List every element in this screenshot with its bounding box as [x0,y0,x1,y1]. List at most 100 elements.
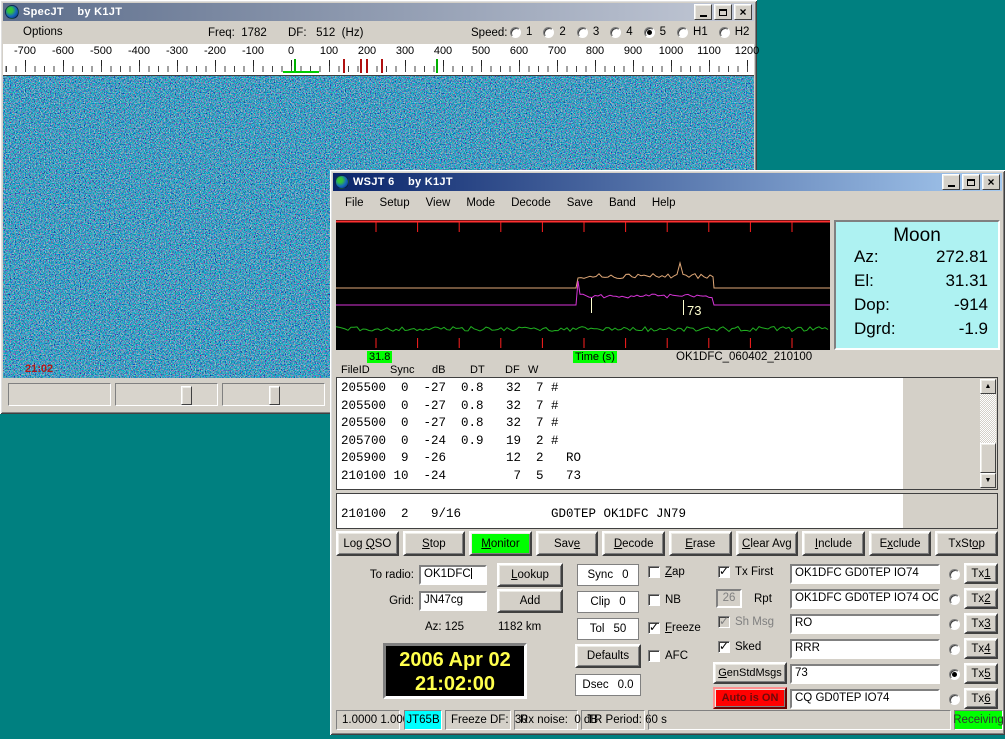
speed-radio-4[interactable] [610,27,621,38]
tx5-message-input[interactable]: 73 [790,664,940,684]
log-qso-button[interactable]: Log QSO [336,531,399,556]
tx1-select-radio[interactable] [949,569,960,580]
dsec-box[interactable]: Dsec0.0 [575,674,641,696]
scroll-up-button[interactable]: ▲ [980,379,996,394]
menu-band[interactable]: Band [601,194,644,212]
tx1-button[interactable]: Tx1 [964,563,998,584]
gen-std-msgs-button[interactable]: GenStdMsgs [713,662,787,684]
menu-save[interactable]: Save [559,194,601,212]
tx5-button[interactable]: Tx5 [964,663,998,684]
add-button[interactable]: Add [497,589,563,613]
specjt-close-button[interactable]: × [734,4,752,20]
clip-box[interactable]: Clip0 [577,591,639,613]
stop-button[interactable]: Stop [403,531,466,556]
decode-scrollbar[interactable]: ▲ ▼ [980,379,996,488]
average-text-area[interactable]: 210100 2 9/16 GD0TEP OK1DFC JN79 [336,493,998,529]
tx5-select-radio[interactable] [949,669,960,680]
wsjt-titlebar[interactable]: WSJT 6 by K1JT × [333,173,1002,191]
tx4-select-radio[interactable] [949,644,960,655]
defaults-button[interactable]: Defaults [575,644,641,668]
tx3-message-input[interactable]: RO [790,614,940,634]
moon-el-label: El: [854,271,874,291]
decode-text-area[interactable]: 205500 0 -27 0.8 32 7 # 205500 0 -27 0.8… [336,377,998,490]
specjt-menu-options[interactable]: Options [15,23,71,41]
slider-handle[interactable] [181,386,192,405]
to-radio-input[interactable]: OK1DFC [419,565,487,585]
speed-radio-2[interactable] [543,27,554,38]
specjt-gain-slider[interactable] [115,383,218,406]
scrollbar-thumb[interactable] [980,443,996,473]
tx4-message-input[interactable]: RRR [790,639,940,659]
monitor-button[interactable]: Monitor [469,531,532,556]
tx-first-checkbox[interactable]: ✓ [718,566,730,578]
freeze-checkbox-row[interactable]: ✓Freeze [648,622,701,634]
nb-checkbox-row[interactable]: ✓NB [648,594,681,606]
tx2-select-radio[interactable] [949,594,960,605]
save-button[interactable]: Save [536,531,599,556]
lookup-button[interactable]: Lookup [497,563,563,587]
menu-file[interactable]: File [337,194,372,212]
specjt-maximize-button[interactable] [714,4,732,20]
sync-threshold-box[interactable]: Sync0 [577,564,639,586]
specjt-titlebar[interactable]: SpecJT by K1JT × [3,3,754,21]
signal-plot[interactable]: 73 [336,220,830,350]
menu-help[interactable]: Help [644,194,684,212]
nb-checkbox[interactable]: ✓ [648,594,660,606]
speed-option-1[interactable]: 1 [510,26,532,38]
sked-label: Sked [735,641,761,653]
clear-avg-button[interactable]: Clear Avg [736,531,799,556]
tx6-button[interactable]: Tx6 [964,688,998,709]
speed-option-h2[interactable]: H2 [719,26,750,38]
speed-option-2[interactable]: 2 [543,26,565,38]
freeze-checkbox[interactable]: ✓ [648,622,660,634]
sked-checkbox-row[interactable]: ✓ Sked [718,641,761,653]
wsjt-close-button[interactable]: × [982,174,1000,190]
sked-checkbox[interactable]: ✓ [718,641,730,653]
tx2-button[interactable]: Tx2 [964,588,998,609]
afc-checkbox-row[interactable]: ✓AFC [648,650,688,662]
sh-msg-checkbox[interactable]: ✓ [718,616,730,628]
exclude-button[interactable]: Exclude [869,531,932,556]
tx-first-checkbox-row[interactable]: ✓Tx First [718,566,773,578]
tx3-select-radio[interactable] [949,619,960,630]
zap-checkbox-row[interactable]: ✓Zap [648,566,685,578]
wsjt-maximize-button[interactable] [962,174,980,190]
erase-button[interactable]: Erase [669,531,732,556]
slider-handle[interactable] [269,386,280,405]
auto-on-button[interactable]: Auto is ON [713,687,787,709]
tx6-select-radio[interactable] [949,694,960,705]
include-button[interactable]: Include [802,531,865,556]
wsjt-minimize-button[interactable] [942,174,960,190]
menu-view[interactable]: View [418,194,459,212]
tx3-button[interactable]: Tx3 [964,613,998,634]
speed-radio-1[interactable] [510,27,521,38]
decode-button[interactable]: Decode [602,531,665,556]
sh-msg-checkbox-row[interactable]: ✓Sh Msg [718,616,774,628]
speed-radio-3[interactable] [577,27,588,38]
speed-radio-5[interactable] [644,27,655,38]
menu-mode[interactable]: Mode [458,194,503,212]
specjt-zero-slider[interactable] [222,383,325,406]
scroll-down-button[interactable]: ▼ [980,473,996,488]
menu-setup[interactable]: Setup [372,194,418,212]
tx6-message-input[interactable]: CQ GD0TEP IO74 [790,689,940,709]
tx4-button[interactable]: Tx4 [964,638,998,659]
moon-el-value: 31.31 [945,271,988,291]
tolerance-box[interactable]: Tol50 [577,618,639,640]
speed-radio-h1[interactable] [677,27,688,38]
zap-checkbox[interactable]: ✓ [648,566,660,578]
specjt-minimize-button[interactable] [694,4,712,20]
specjt-gain-display[interactable] [8,383,111,406]
speed-option-5[interactable]: 5 [644,26,666,38]
speed-option-h1[interactable]: H1 [677,26,708,38]
speed-option-3[interactable]: 3 [577,26,599,38]
speed-radio-h2[interactable] [719,27,730,38]
menu-decode[interactable]: Decode [503,194,559,212]
speed-option-4[interactable]: 4 [610,26,632,38]
rpt-input[interactable]: 26 [716,589,742,608]
tx1-message-input[interactable]: OK1DFC GD0TEP IO74 [790,564,940,584]
txstop-button[interactable]: TxStop [935,531,998,556]
afc-checkbox[interactable]: ✓ [648,650,660,662]
tx2-message-input[interactable]: OK1DFC GD0TEP IO74 OOO [790,589,940,609]
grid-input[interactable]: JN47cg [419,591,487,611]
